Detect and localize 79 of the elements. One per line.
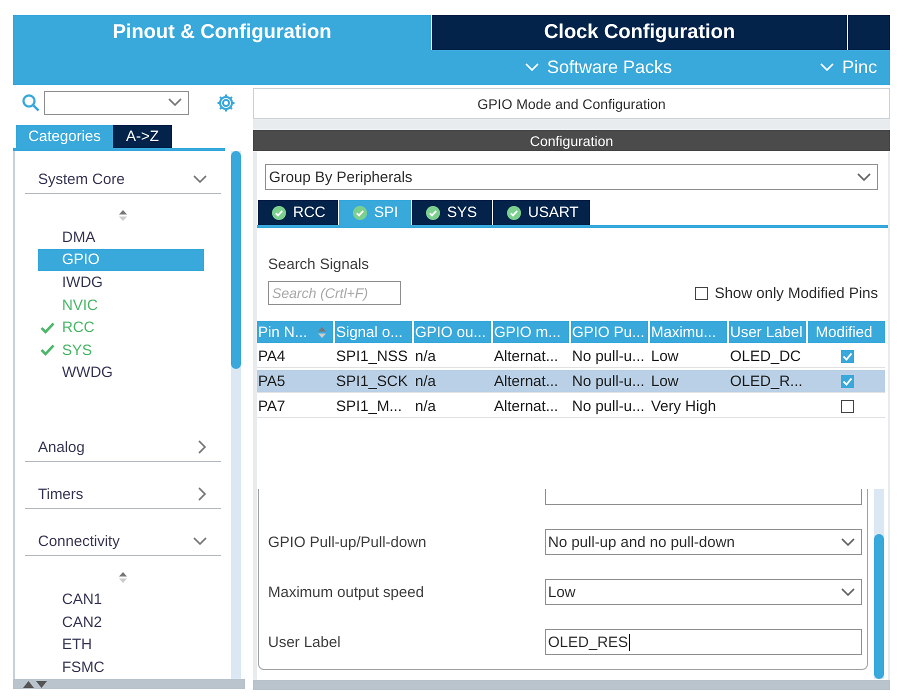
- table-cell-text: SPI1_SCK: [335, 372, 409, 392]
- chevron-down-icon: [193, 174, 207, 184]
- table-cell-text: n/a: [414, 396, 437, 417]
- search-label: Search Signals: [268, 256, 370, 274]
- chevron-right-icon: [198, 487, 207, 502]
- table-row[interactable]: PA4 SPI1_NSS n/a Alternat... No pull-u... Low OLED_DC: [257, 345, 885, 368]
- table-cell-text: Very High: [650, 396, 718, 417]
- chevron-down-icon: [525, 63, 539, 72]
- check-circle-icon: [426, 206, 440, 220]
- property-label: GPIO Pull-up/Pull-down: [268, 534, 428, 551]
- checkbox[interactable]: [694, 286, 708, 300]
- list-item[interactable]: DMA: [38, 226, 204, 249]
- input-field[interactable]: [545, 489, 862, 506]
- category-header[interactable]: Analog: [25, 433, 221, 462]
- sort-icon: [118, 571, 128, 584]
- property-label: Maximum output speed: [268, 584, 425, 601]
- group-dropdown[interactable]: Group By Peripherals: [265, 164, 878, 190]
- chevron-right-icon: [198, 440, 207, 454]
- table-cell-text: OLED_R...: [729, 372, 804, 392]
- dropdown[interactable]: Low: [545, 579, 862, 606]
- sort-icon: [118, 209, 128, 222]
- settings-icon[interactable]: [216, 92, 236, 112]
- table-cell-text: OLED_DC: [729, 346, 802, 367]
- scrollbar[interactable]: [231, 151, 241, 679]
- table-cell-text: Alternat...: [493, 346, 560, 367]
- category-header[interactable]: System Core: [25, 165, 221, 194]
- panel-title: GPIO Mode and Configuration: [253, 88, 890, 120]
- up-arrow-icon[interactable]: [23, 680, 34, 688]
- scrollbar[interactable]: [874, 489, 884, 680]
- table-cell-text: No pull-u...: [571, 396, 646, 417]
- sort-icon: [317, 326, 327, 339]
- chevron-down-icon: [857, 172, 871, 182]
- table-cell-text: No pull-u...: [571, 346, 646, 367]
- check-circle-icon: [353, 206, 367, 220]
- table-cell-text: n/a: [414, 346, 437, 367]
- table-cell-text: Alternat...: [493, 396, 560, 417]
- table-cell-text: n/a: [414, 372, 437, 392]
- list-item[interactable]: ETH: [38, 633, 204, 656]
- peripheral-tab[interactable]: RCC: [258, 200, 338, 226]
- sidebar-tab[interactable]: A->Z: [113, 125, 172, 148]
- table-cell-text: No pull-u...: [571, 372, 646, 392]
- peripheral-tab[interactable]: SYS: [412, 200, 492, 226]
- search-icon[interactable]: [22, 94, 40, 112]
- chevron-down-icon: [841, 538, 855, 547]
- checkbox[interactable]: [840, 374, 854, 388]
- checkbox[interactable]: [840, 350, 854, 363]
- table-cell-text: PA5: [257, 372, 286, 392]
- down-arrow-icon[interactable]: [36, 680, 47, 688]
- table-row[interactable]: PA5 SPI1_SCK n/a Alternat... No pull-u... Low OLED_R...: [257, 370, 885, 394]
- table-cell-text: SPI1_NSS: [335, 346, 409, 367]
- peripheral-tab[interactable]: USART: [493, 200, 590, 226]
- chevron-down-icon: [841, 588, 855, 597]
- list-item[interactable]: CAN1: [38, 588, 204, 611]
- checkbox[interactable]: [840, 400, 854, 413]
- chevron-down-icon: [193, 536, 207, 546]
- table-cell-text: Low: [650, 346, 680, 367]
- search-combo[interactable]: [44, 90, 189, 114]
- category-header[interactable]: Connectivity: [25, 527, 221, 556]
- property-label: User Label: [268, 634, 342, 651]
- section-header: Configuration: [253, 130, 890, 152]
- table-cell-text: PA7: [257, 396, 286, 417]
- list-item[interactable]: WWDG: [38, 362, 204, 384]
- table-cell-text: SPI1_M...: [335, 396, 403, 417]
- table-cell-text: PA4: [257, 346, 286, 367]
- chevron-down-icon: [168, 98, 182, 107]
- list-item[interactable]: IWDG: [38, 271, 204, 294]
- table-cell-text: Low: [650, 372, 680, 392]
- dropdown[interactable]: No pull-up and no pull-down: [545, 529, 862, 556]
- list-item[interactable]: FSMC: [38, 656, 204, 679]
- table-row[interactable]: PA7 SPI1_M... n/a Alternat... No pull-u... Very High: [257, 395, 885, 418]
- table-cell-text: Alternat...: [493, 372, 560, 392]
- category-header[interactable]: Timers: [25, 480, 221, 510]
- check-circle-icon: [272, 206, 286, 220]
- list-item[interactable]: CAN2: [38, 610, 204, 634]
- chevron-down-icon: [820, 63, 834, 72]
- modified-filter[interactable]: Show only Modified Pins: [694, 284, 878, 302]
- check-circle-icon: [507, 206, 521, 220]
- search-field[interactable]: Search (Crtl+F): [268, 281, 401, 306]
- input-field[interactable]: OLED_RES: [545, 629, 862, 656]
